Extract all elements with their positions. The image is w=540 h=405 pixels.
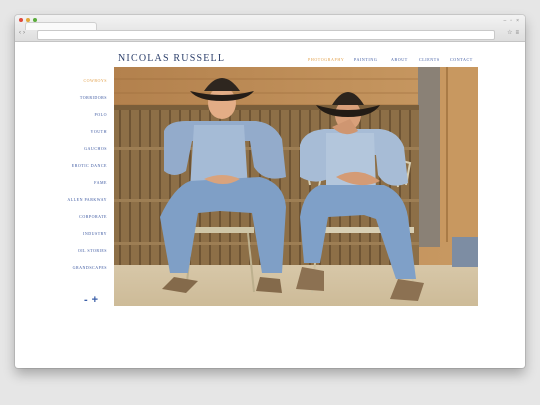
nav-contact[interactable]: CONTACT [450, 57, 473, 62]
menu-icon[interactable]: ≡ [515, 30, 519, 37]
nav-clients[interactable]: CLIENTS [419, 57, 440, 62]
window-buttons: – ▫ × [504, 19, 519, 24]
window-minimize-icon[interactable]: – [504, 19, 507, 24]
photo-cowboys-illustration [114, 67, 478, 306]
browser-window: – ▫ × ‹ › ☆ ≡ NICOLAS RUSSELL PHOTOGRAPH… [15, 15, 525, 368]
bookmark-star-icon[interactable]: ☆ [507, 30, 512, 37]
gallery-photo[interactable] [114, 67, 478, 306]
zoom-in-button[interactable]: + [92, 295, 98, 306]
back-arrow-icon[interactable]: ‹ [19, 30, 21, 37]
sidebar-item-fame[interactable]: FAME [94, 180, 107, 185]
sidebar-item-corporate[interactable]: CORPORATE [79, 214, 107, 219]
sidebar-item-grandscapes[interactable]: GRANDSCAPES [73, 265, 107, 270]
browser-chrome: – ▫ × ‹ › ☆ ≡ [15, 15, 525, 42]
top-navigation: PHOTOGRAPHY PAINTING ABOUT CLIENTS CONTA… [15, 57, 475, 67]
history-buttons: ‹ › [19, 30, 25, 37]
sidebar-item-industry[interactable]: INDUSTRY [83, 231, 107, 236]
sidebar-item-cowboys[interactable]: COWBOYS [83, 78, 107, 83]
zoom-controls: - + [84, 295, 98, 306]
zoom-out-button[interactable]: - [84, 295, 88, 306]
sidebar-item-polo[interactable]: POLO [95, 112, 107, 117]
sidebar-item-gauchos[interactable]: GAUCHOS [84, 146, 107, 151]
window-close-icon[interactable]: × [516, 19, 519, 24]
nav-about[interactable]: ABOUT [391, 57, 408, 62]
close-window-icon[interactable] [19, 18, 23, 22]
sidebar-item-oil-stories[interactable]: OIL STORIES [78, 248, 107, 253]
forward-arrow-icon[interactable]: › [23, 30, 25, 37]
sidebar-item-torridors[interactable]: TORRIDORS [80, 95, 107, 100]
browser-tab[interactable] [25, 22, 97, 30]
address-bar[interactable] [37, 30, 495, 40]
sidebar-item-youth[interactable]: YOUTH [91, 129, 108, 134]
browser-tools: ☆ ≡ [507, 30, 519, 37]
sidebar-item-allen-parkway[interactable]: ALLEN PARKWAY [67, 197, 107, 202]
nav-photography[interactable]: PHOTOGRAPHY [308, 57, 344, 62]
nav-painting[interactable]: PAINTING [354, 57, 377, 62]
window-restore-icon[interactable]: ▫ [510, 19, 512, 24]
sidebar-item-erotic-dance[interactable]: EROTIC DANCE [72, 163, 107, 168]
